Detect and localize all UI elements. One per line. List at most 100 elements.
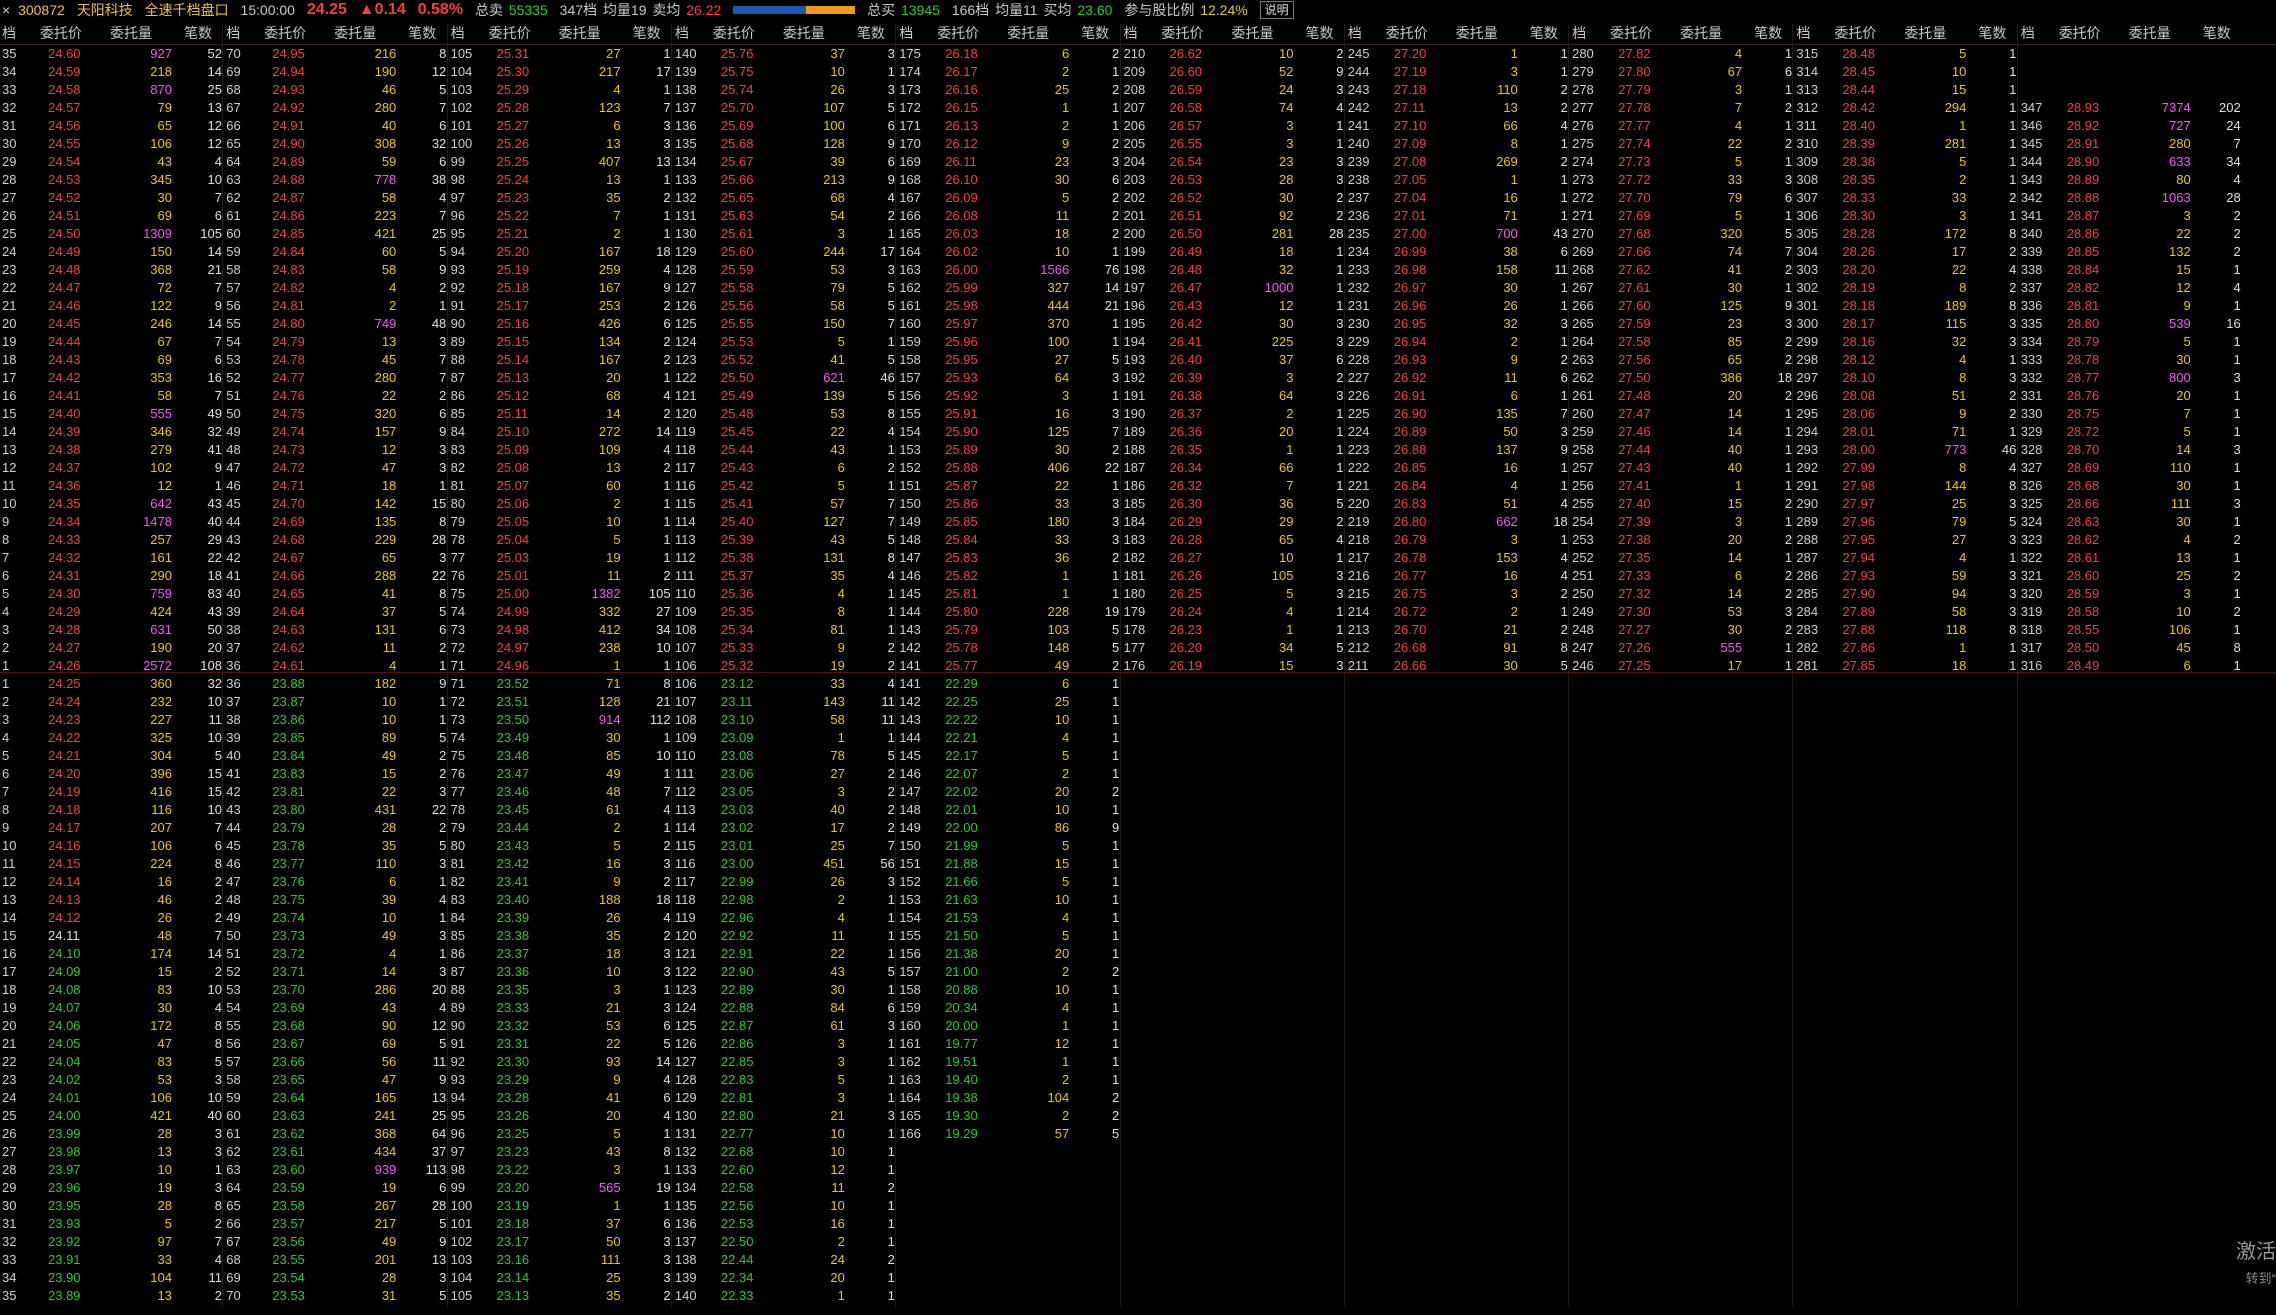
bid-count: 2: [439, 748, 447, 763]
ask-level: 170: [899, 136, 921, 151]
ask-count: 3: [2233, 496, 2241, 511]
bid-level: 150: [899, 838, 921, 853]
bid-count: 8: [214, 1198, 222, 1213]
bid-level: 134: [674, 1180, 697, 1195]
quote-time: 15:00:00: [240, 2, 295, 18]
bid-level: 138: [674, 1252, 697, 1267]
ask-count: 16: [2226, 316, 2241, 331]
bid-count: 1: [1111, 838, 1120, 853]
ask-price: 25.23: [496, 190, 530, 205]
bid-level: 99: [450, 1180, 466, 1195]
close-icon[interactable]: ×: [2, 0, 10, 20]
ask-count: 3: [1336, 82, 1344, 97]
ask-price: 25.19: [496, 262, 530, 277]
bid-level: 17: [2, 964, 17, 979]
top-info-bar: × 300872 天阳科技 全速千档盘口 15:00:00 24.25 ▲0.1…: [0, 0, 2276, 20]
ask-price: 25.69: [720, 118, 754, 133]
bid-price: 24.07: [48, 1000, 81, 1015]
bid-level: 98: [450, 1162, 466, 1177]
ask-count: 2: [1560, 154, 1568, 169]
ask-price: 27.88: [1842, 622, 1875, 637]
bid-count: 1: [887, 1234, 895, 1249]
ask-level: 34: [2, 64, 17, 79]
ask-price: 28.33: [1842, 190, 1875, 205]
ask-count: 2: [663, 460, 671, 475]
ask-level: 215: [1347, 586, 1370, 601]
bid-count: 1: [663, 820, 671, 835]
ask-count: 49: [207, 406, 222, 421]
ask-count: 1: [1560, 334, 1568, 349]
bid-level: 50: [226, 928, 241, 943]
help-button[interactable]: 说明: [1259, 1, 1294, 19]
bid-level: 32: [2, 1234, 17, 1249]
ask-price: 26.75: [1393, 586, 1427, 601]
ask-price: 28.93: [2066, 100, 2100, 115]
bid-level: 121: [674, 946, 697, 961]
ask-count: 3: [2009, 568, 2017, 583]
ask-price: 25.83: [945, 550, 978, 565]
ask-level: 27: [2, 190, 17, 205]
ask-price: 26.68: [1393, 640, 1427, 655]
ask-count: 7: [887, 514, 895, 529]
column-divider: [1568, 24, 1570, 1307]
bid-count: 2: [439, 820, 447, 835]
bid-price: 23.81: [272, 784, 305, 799]
ask-price: 27.01: [1393, 208, 1427, 223]
bid-price: 22.68: [720, 1144, 754, 1159]
ask-level: 260: [1572, 406, 1594, 421]
ask-count: 7: [2233, 136, 2241, 151]
ask-level: 221: [1347, 478, 1370, 493]
ask-level: 32: [2, 100, 17, 115]
ask-count: 5: [1111, 622, 1120, 637]
ask-level: 293: [1796, 442, 1819, 457]
bid-level: 36: [226, 676, 241, 691]
bid-level: 103: [450, 1252, 473, 1267]
bid-price: 22.17: [945, 748, 978, 763]
ask-level: 285: [1796, 586, 1819, 601]
ask-price: 27.58: [1618, 334, 1651, 349]
header-count: 笔数: [632, 25, 661, 41]
ask-level: 137: [674, 100, 697, 115]
bid-price: 23.62: [272, 1126, 305, 1141]
ask-level: 38: [226, 622, 241, 637]
ask-level: 112: [674, 550, 696, 565]
ask-level: 66: [226, 118, 241, 133]
ask-count: 1: [2233, 514, 2241, 529]
ask-level: 174: [899, 64, 921, 79]
ask-level: 338: [2020, 262, 2043, 277]
ask-price: 27.90: [1842, 586, 1875, 601]
bid-price: 23.11: [720, 694, 753, 709]
ask-price: 25.00: [496, 586, 530, 601]
ask-price: 26.26: [1169, 568, 1203, 583]
bid-count: 3: [214, 1180, 222, 1195]
bid-count: 1: [1111, 1000, 1120, 1015]
ask-count: 1: [2009, 136, 2017, 151]
ask-price: 28.85: [2066, 244, 2100, 259]
ask-count: 34: [2226, 154, 2241, 169]
ask-price: 25.26: [496, 136, 530, 151]
ask-level: 237: [1347, 190, 1370, 205]
bid-price: 23.85: [272, 730, 305, 745]
ask-count: 7: [1111, 424, 1120, 439]
bid-level: 65: [226, 1198, 241, 1213]
bid-level: 123: [674, 982, 697, 997]
bid-count: 22: [431, 802, 447, 817]
ask-price: 28.50: [2066, 640, 2100, 655]
bid-count: 1: [887, 1270, 895, 1285]
bid-price: 22.01: [945, 802, 978, 817]
ask-price: 25.92: [945, 388, 978, 403]
ask-count: 1: [2233, 334, 2241, 349]
bid-count: 1: [887, 892, 895, 907]
bid-count: 1: [1111, 892, 1120, 907]
header-volume: 委托量: [782, 25, 825, 41]
bid-level: 131: [674, 1126, 697, 1141]
ask-level: 294: [1796, 424, 1819, 439]
ask-price: 28.75: [2066, 406, 2100, 421]
bid-count: 1: [663, 1162, 671, 1177]
ask-count: 1: [1560, 388, 1568, 403]
ask-count: 21: [207, 262, 222, 277]
sell-total-label: 总卖: [474, 2, 503, 18]
ask-level: 43: [226, 532, 241, 547]
bid-level: 82: [450, 874, 466, 889]
ask-price: 24.47: [48, 280, 81, 295]
